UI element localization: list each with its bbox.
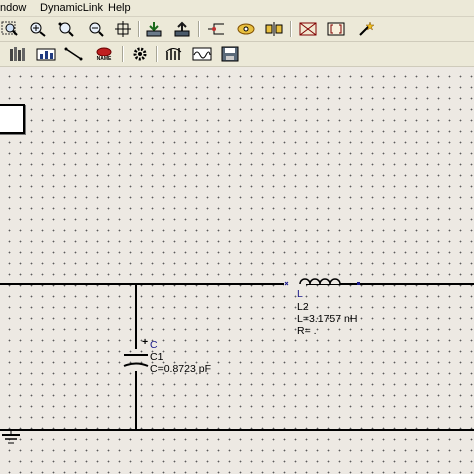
zoom-area-icon[interactable] [56,20,76,38]
inductor-id: L2 [297,301,309,313]
save-schematic-icon[interactable] [220,45,240,63]
capacitor-polarity: + [142,336,149,348]
capacitor-value: C=0.8723 pF [150,363,212,375]
import-icon[interactable] [144,20,164,38]
toolbar-separator [156,46,157,62]
capacitor-symbol[interactable] [122,349,150,371]
zoom-out-icon[interactable] [86,20,106,38]
export-icon[interactable] [172,20,192,38]
magic-wand-icon[interactable] [356,20,376,38]
zoom-fit-icon[interactable] [114,20,134,38]
wire-icon[interactable] [206,20,226,38]
capacitor-name: C [150,339,158,351]
inductor-symbol[interactable] [280,275,362,291]
ground-icon [2,429,20,444]
menu-window[interactable]: ndow [0,2,26,14]
bar-chart-icon[interactable] [36,45,56,63]
inductor-name: L [297,288,303,300]
name-tool-label: NAME [96,55,112,62]
mirror-icon[interactable] [264,20,284,38]
toolbar-separator [122,46,123,62]
gear-icon[interactable] [130,45,150,63]
zoom-in-icon[interactable] [28,20,48,38]
toolbar-separator [138,21,139,37]
name-tool-icon[interactable]: NAME [92,45,116,63]
menu-dynamiclink[interactable]: DynamicLink [40,2,103,14]
schematic-canvas[interactable]: L L2 L=3.1757 nH R= . + C C1 C=0.8723 pF [0,67,474,474]
menu-bar: ndow DynamicLink Help [0,0,474,17]
toolbar-separator [290,21,291,37]
toolbar-main [0,17,474,42]
bottom-wire[interactable] [0,429,474,431]
pencil-wire-icon[interactable] [64,45,84,63]
tune-icon[interactable] [164,45,184,63]
parts-library-icon[interactable] [8,45,28,63]
component-box-icon[interactable] [298,20,318,38]
toolbar-separator [198,21,199,37]
capacitor-id: C1 [150,351,164,363]
component-box[interactable] [0,104,25,134]
menu-help[interactable]: Help [108,2,131,14]
rotate-icon[interactable] [236,20,256,38]
inductor-value: L=3.1757 nH [297,313,358,325]
inductor-resistance: R= . [297,325,317,337]
zoom-window-icon[interactable] [0,20,20,38]
waveform-icon[interactable] [192,45,212,63]
toolbar-secondary: NAME [0,42,474,67]
bracket-icon[interactable] [326,20,346,38]
top-wire[interactable] [0,283,474,285]
